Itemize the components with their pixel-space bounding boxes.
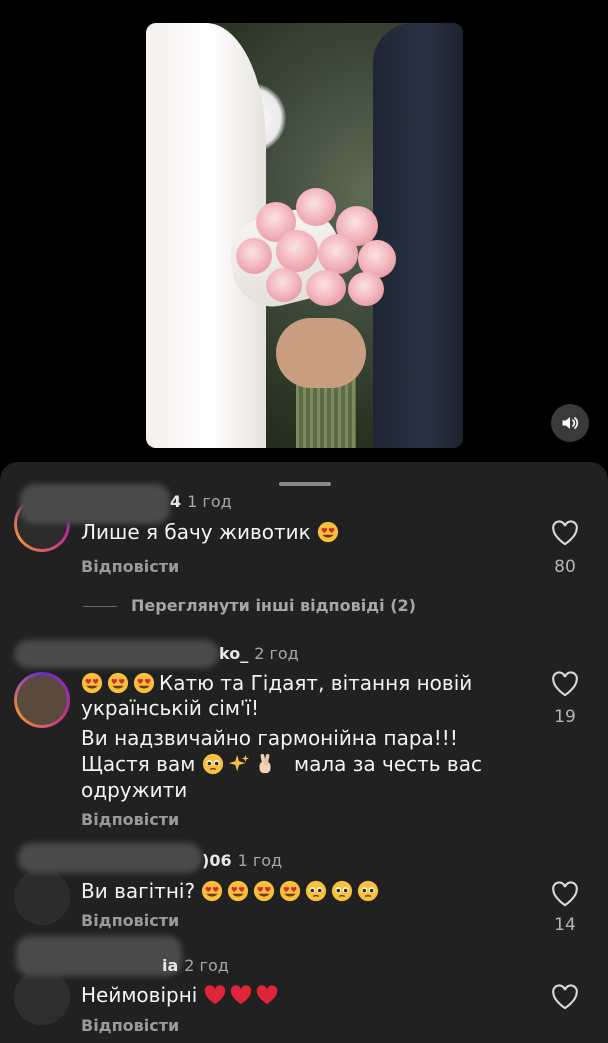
comment-text-line-4: Щастя вам мала за честь вас bbox=[81, 752, 482, 776]
heart-outline-icon[interactable] bbox=[551, 671, 579, 697]
comment-meta: ko_ 2 год bbox=[219, 644, 299, 663]
reply-button[interactable]: Відповісти bbox=[81, 557, 179, 576]
avatar[interactable] bbox=[14, 869, 70, 925]
heart-outline-icon[interactable] bbox=[551, 984, 579, 1010]
heart-eyes-emoji-icon bbox=[107, 672, 129, 694]
username[interactable]: ia bbox=[162, 956, 178, 975]
comment-text: Ви вагітні? bbox=[81, 879, 383, 904]
heart-eyes-emoji-icon bbox=[202, 880, 223, 902]
heart-eyes-emoji-icon bbox=[133, 672, 155, 694]
comment-text-line-5: одружити bbox=[81, 778, 188, 802]
redacted-username bbox=[20, 484, 170, 524]
comment-text: Неймовірні bbox=[81, 983, 282, 1008]
comment-text-line-2: українській сім'ї! bbox=[81, 696, 259, 720]
username[interactable]: )06 bbox=[202, 851, 232, 870]
video-area bbox=[0, 0, 608, 462]
sound-toggle-button[interactable] bbox=[551, 404, 589, 442]
redacted-username bbox=[18, 843, 202, 873]
comments-sheet: 4 1 год Лише я бачу животик Відповісти 80… bbox=[0, 462, 608, 1043]
heart-outline-icon[interactable] bbox=[551, 881, 579, 907]
username[interactable]: 4 bbox=[170, 492, 181, 511]
heart-outline-icon[interactable] bbox=[551, 520, 579, 546]
comment-text: Лише я бачу животик bbox=[81, 520, 343, 545]
red-heart-emoji-icon bbox=[204, 985, 225, 1005]
crossed-fingers-emoji-icon bbox=[259, 753, 271, 774]
comment-text-line-3: Ви надзвичайно гармонійна пара!!! bbox=[81, 726, 458, 750]
like-count: 80 bbox=[554, 557, 576, 577]
heart-eyes-emoji-icon bbox=[280, 880, 301, 902]
bouquet bbox=[236, 188, 406, 308]
sheet-grabber[interactable] bbox=[279, 482, 331, 486]
reply-button[interactable]: Відповісти bbox=[81, 911, 179, 930]
like-count: 19 bbox=[554, 707, 576, 727]
reply-button[interactable]: Відповісти bbox=[81, 810, 179, 829]
like-count: 14 bbox=[554, 915, 576, 935]
avatar[interactable] bbox=[14, 969, 70, 1025]
red-heart-emoji-icon bbox=[230, 985, 251, 1005]
heart-eyes-emoji-icon bbox=[228, 880, 249, 902]
timestamp: 2 год bbox=[254, 644, 299, 663]
comment-meta: 4 1 год bbox=[170, 492, 232, 511]
comment-meta: )06 1 год bbox=[202, 851, 282, 870]
view-more-replies[interactable]: Переглянути інші відповіді (2) bbox=[83, 596, 416, 615]
heart-eyes-emoji-icon bbox=[81, 672, 103, 694]
redacted-username bbox=[16, 936, 182, 976]
reply-button[interactable]: Відповісти bbox=[81, 1016, 179, 1035]
speaker-icon bbox=[562, 417, 579, 429]
timestamp: 2 год bbox=[184, 956, 229, 975]
pleading-face-emoji-icon bbox=[202, 753, 223, 775]
video-player[interactable] bbox=[146, 23, 463, 448]
comment-text-line-1: Катю та Гідаят, вітання новій bbox=[81, 671, 472, 696]
divider-line bbox=[83, 606, 117, 607]
timestamp: 1 год bbox=[187, 492, 232, 511]
comment-meta: ia 2 год bbox=[162, 956, 229, 975]
username[interactable]: ko_ bbox=[219, 644, 248, 663]
sparkles-emoji-icon bbox=[228, 754, 249, 772]
pleading-face-emoji-icon bbox=[358, 880, 379, 902]
timestamp: 1 год bbox=[237, 851, 283, 870]
pleading-face-emoji-icon bbox=[332, 880, 353, 902]
avatar[interactable] bbox=[14, 672, 70, 728]
red-heart-emoji-icon bbox=[256, 985, 277, 1005]
hands bbox=[276, 318, 366, 388]
pleading-face-emoji-icon bbox=[306, 880, 327, 902]
redacted-username bbox=[14, 640, 219, 668]
heart-eyes-emoji-icon bbox=[318, 521, 339, 543]
heart-eyes-emoji-icon bbox=[254, 880, 275, 902]
